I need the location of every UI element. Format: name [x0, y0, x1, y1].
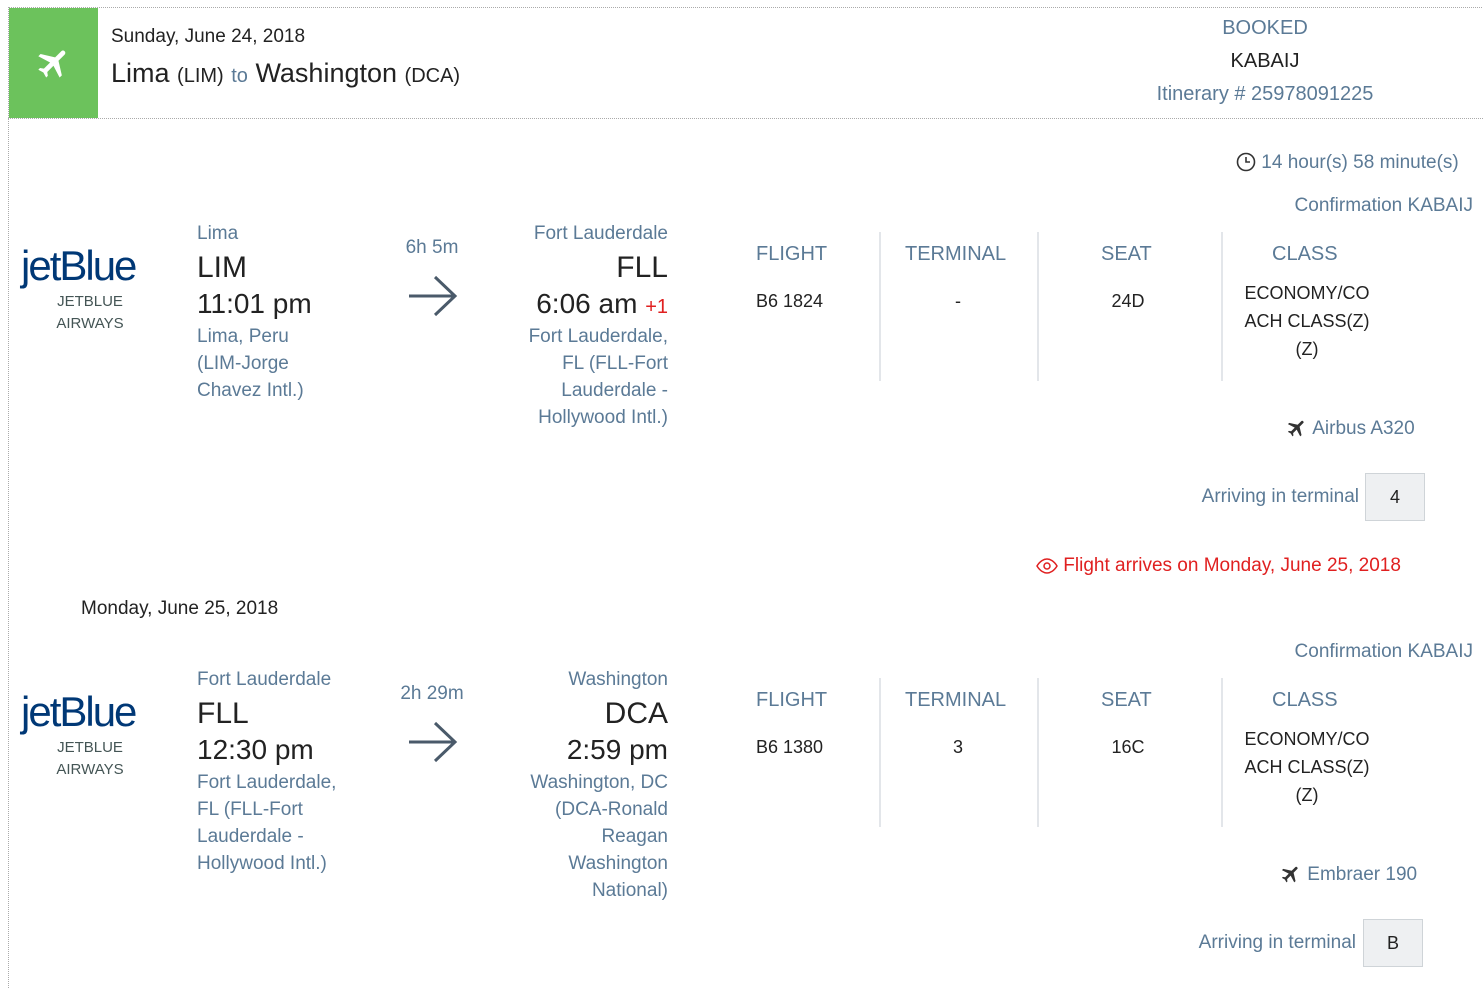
segment-2-arrival-code: DCA: [604, 697, 668, 730]
trip-date: Sunday, June 24, 2018: [111, 26, 306, 47]
segment-1-arrival-airport: Fort Lauderdale, FL (FLL-Fort Lauderdale…: [528, 326, 668, 428]
jetblue-logo: jetBlue: [21, 688, 137, 735]
column-divider: [1221, 678, 1223, 827]
col-header-class: CLASS: [1272, 243, 1338, 265]
jetblue-logo: jetBlue: [21, 242, 137, 289]
segment-1-arrival-time: 6:06 am +1: [468, 288, 668, 320]
col-header-terminal: TERMINAL: [905, 243, 1007, 265]
segment-2-departure-airport: Fort Lauderdale, FL (FLL-Fort Lauderdale…: [197, 772, 337, 874]
airplane-icon: [1287, 420, 1304, 437]
destination-code: (DCA): [404, 65, 461, 87]
column-divider: [879, 232, 881, 381]
col-header-flight: FLIGHT: [756, 243, 828, 265]
airline-name-line-1: JETBLUE: [57, 739, 123, 756]
arrow-right-icon: [409, 721, 458, 763]
segment-2-seat: 16C: [1111, 737, 1145, 757]
segment-1-flight-number: B6 1824: [756, 291, 824, 311]
airline-name-line-2: AIRWAYS: [56, 761, 124, 778]
booking-status: BOOKED: [1222, 17, 1308, 39]
segment-2-airline: JETBLUE AIRWAYS: [20, 737, 160, 781]
column-divider: [1037, 678, 1039, 827]
airplane-icon: [37, 50, 65, 78]
arrival-notice-text: Flight arrives on Monday, June 25, 2018: [1063, 555, 1401, 576]
record-locator: KABAIJ: [1230, 50, 1300, 72]
airplane-icon: [1281, 866, 1298, 883]
arrival-date-notice: Flight arrives on Monday, June 25, 2018: [1036, 555, 1401, 577]
destination-city: Washington: [255, 58, 398, 88]
col-header-flight: FLIGHT: [756, 689, 828, 711]
col-header-seat: SEAT: [1101, 689, 1152, 711]
trip-route: Lima (LIM) to Washington (DCA): [111, 58, 460, 89]
segment-2-arrival-time: 2:59 pm: [566, 734, 668, 765]
segment-2-arrival-airport: Washington, DC (DCA-Ronald Reagan Washin…: [530, 772, 668, 901]
col-header-seat: SEAT: [1101, 243, 1152, 265]
segment-2-date: Monday, June 25, 2018: [81, 598, 279, 619]
col-header-terminal: TERMINAL: [905, 689, 1007, 711]
segment-1-terminal: -: [955, 291, 961, 311]
segment-2-class: ECONOMY/CO ACH CLASS(Z) (Z): [1244, 729, 1370, 805]
segment-1-confirmation: Confirmation KABAIJ: [1294, 195, 1473, 216]
route-to: to: [231, 65, 248, 87]
segment-2-departure-time: 12:30 pm: [197, 734, 314, 765]
origin-city: Lima: [111, 58, 170, 88]
segment-1-arriving-terminal-box: 4: [1365, 473, 1425, 521]
itinerary-number: Itinerary # 25978091225: [1156, 83, 1374, 105]
segment-1-departure-airport: Lima, Peru (LIM-Jorge Chavez Intl.): [197, 326, 304, 401]
day-offset-badge: +1: [645, 296, 668, 318]
total-duration: 14 hour(s) 58 minute(s): [1236, 152, 1459, 174]
segment-1-arrival-city: Fort Lauderdale: [533, 223, 668, 244]
column-divider: [1037, 232, 1039, 381]
segment-2-confirmation: Confirmation KABAIJ: [1294, 641, 1473, 662]
airline-name-line-2: AIRWAYS: [56, 315, 124, 332]
arrival-time-text: 6:06 am: [536, 288, 638, 319]
segment-2-aircraft: Embraer 190: [1280, 863, 1417, 886]
segment-2-arriving-label: Arriving in terminal: [1198, 932, 1356, 953]
column-divider: [879, 678, 881, 827]
eye-icon: [1036, 558, 1058, 574]
segment-1-departure-code: LIM: [197, 251, 248, 284]
airline-name-line-1: JETBLUE: [57, 293, 123, 310]
total-duration-text: 14 hour(s) 58 minute(s): [1261, 152, 1459, 173]
segment-1-arrival-code: FLL: [616, 251, 668, 284]
arrow-right-icon: [409, 275, 458, 317]
segment-1-aircraft: Airbus A320: [1286, 417, 1415, 440]
col-header-class: CLASS: [1272, 689, 1338, 711]
segment-2-terminal: 3: [952, 737, 963, 757]
clock-icon: [1236, 152, 1256, 172]
segment-2-departure-city: Fort Lauderdale: [197, 669, 332, 690]
header-divider: [8, 118, 1483, 119]
aircraft-name: Airbus A320: [1312, 418, 1415, 439]
segment-2-arrival-city: Washington: [568, 669, 668, 690]
segment-1-airline: JETBLUE AIRWAYS: [20, 291, 160, 335]
segment-1-arriving-label: Arriving in terminal: [1201, 486, 1359, 507]
origin-code: (LIM): [177, 65, 224, 87]
segment-2-arriving-terminal-box: B: [1363, 919, 1423, 967]
segment-2-departure-code: FLL: [197, 697, 249, 730]
aircraft-name: Embraer 190: [1307, 864, 1418, 885]
segment-1-departure-time: 11:01 pm: [197, 288, 312, 319]
segment-1-seat: 24D: [1111, 291, 1145, 311]
itinerary-page: Sunday, June 24, 2018 Lima (LIM) to Wash…: [0, 0, 1483, 988]
segment-2-flight-number: B6 1380: [756, 737, 824, 757]
column-divider: [1221, 232, 1223, 381]
flight-type-badge: [9, 8, 98, 118]
segment-1-class: ECONOMY/CO ACH CLASS(Z) (Z): [1244, 283, 1370, 359]
segment-1-departure-city: Lima: [197, 223, 239, 244]
